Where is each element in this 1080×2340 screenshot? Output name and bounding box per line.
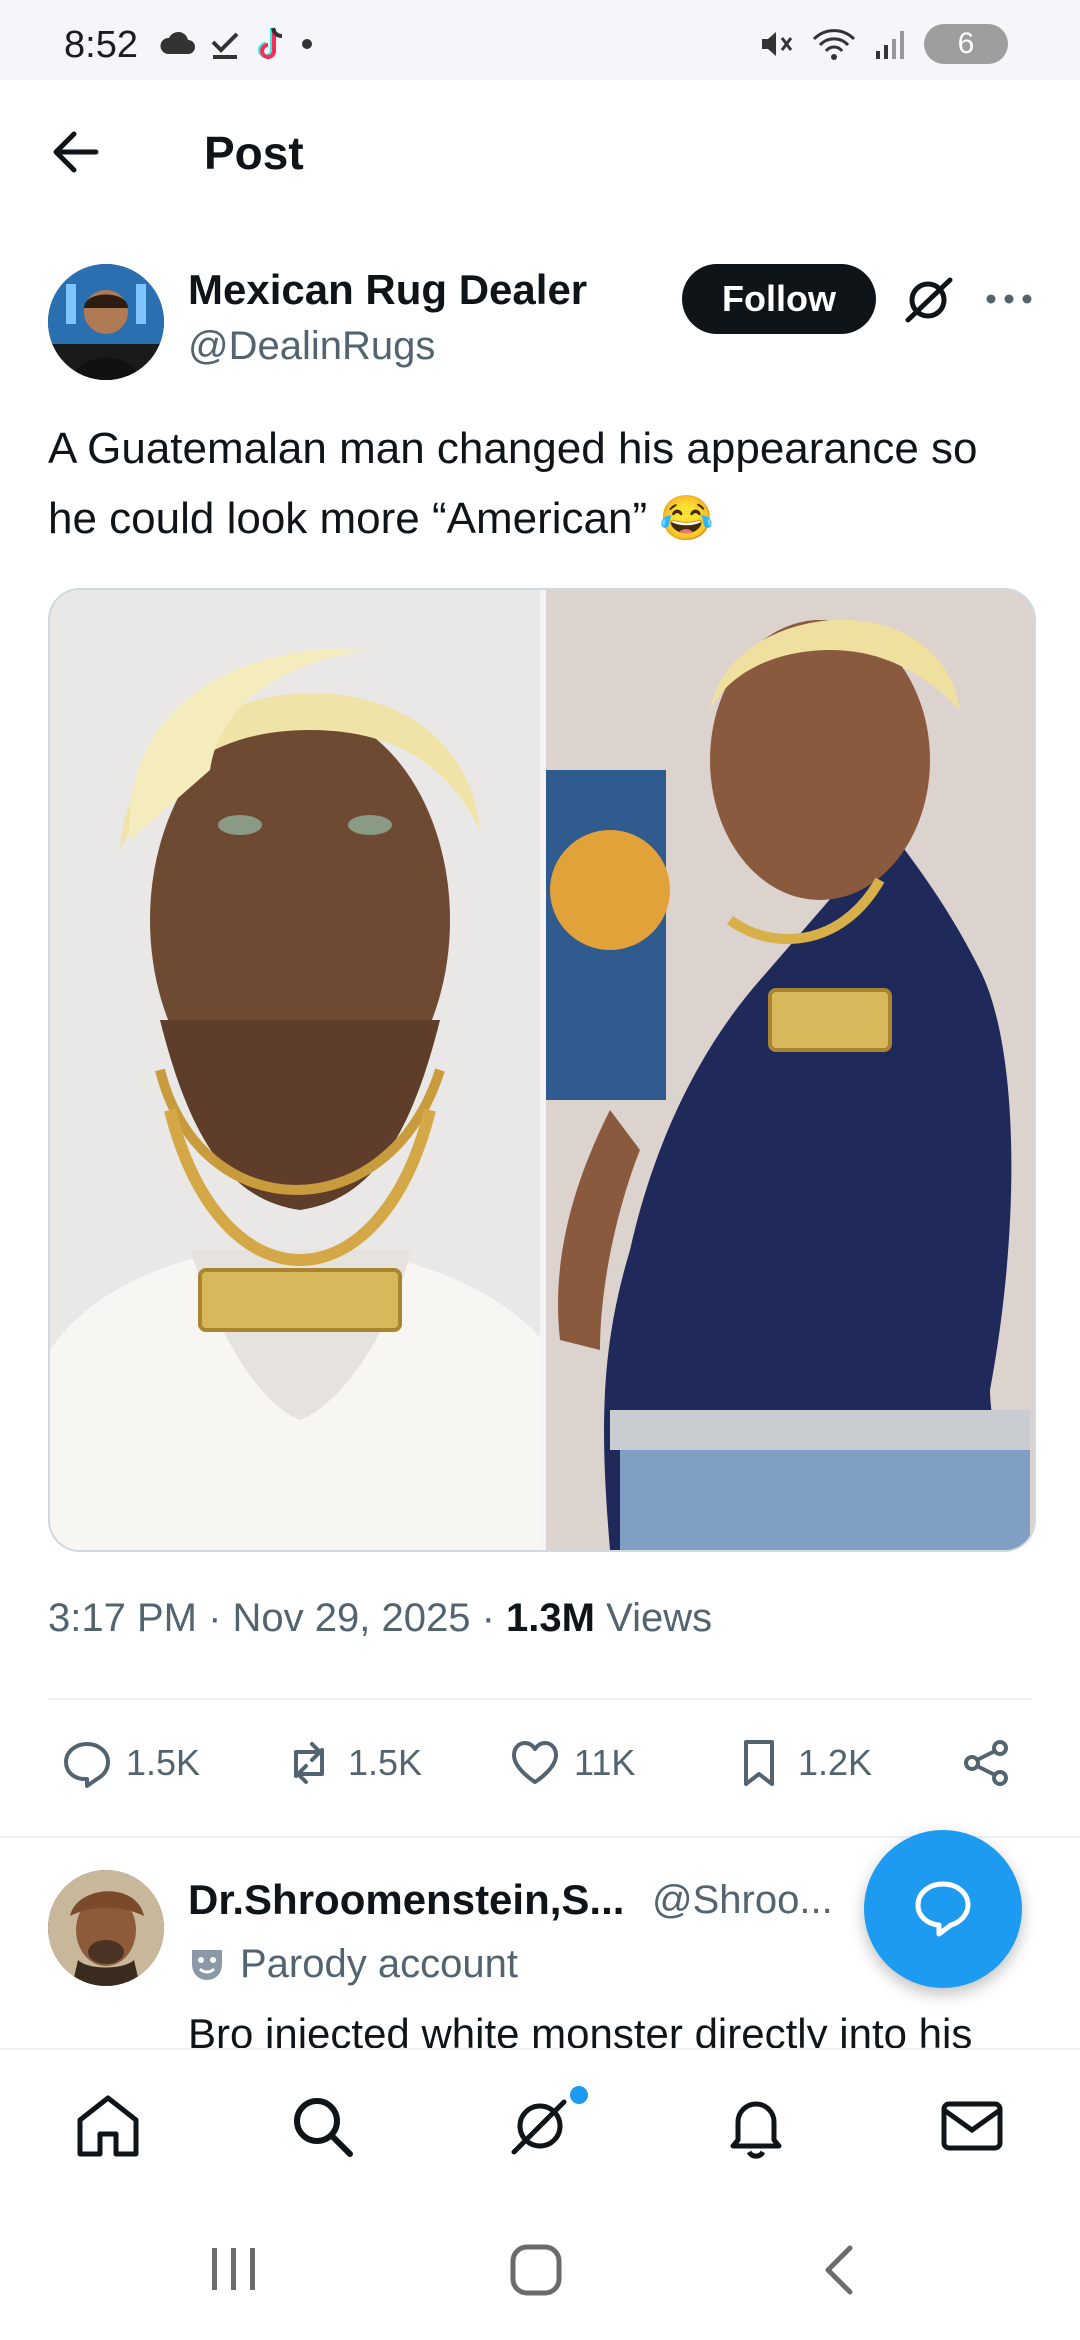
status-system-icons: 6 — [758, 24, 1008, 64]
compose-reply-button[interactable] — [864, 1830, 1022, 1988]
repost-button[interactable]: 1.5K — [282, 1736, 422, 1790]
author-handle[interactable]: @DealinRugs — [188, 324, 435, 369]
more-options-icon[interactable] — [984, 284, 1034, 314]
follow-button[interactable]: Follow — [682, 264, 876, 334]
mute-icon — [762, 32, 793, 56]
search-icon[interactable] — [286, 2090, 358, 2162]
post-actions: 1.5K 1.5K 11K 1.2K — [60, 1736, 1040, 1806]
post-author-row: Mexican Rug Dealer @DealinRugs Follow — [48, 262, 1038, 382]
status-bar: 8:52 6 — [0, 0, 1080, 80]
system-navigation-bar — [0, 2198, 1080, 2340]
bell-icon[interactable] — [720, 2090, 792, 2162]
post-media-image[interactable] — [48, 588, 1036, 1552]
page-title: Post — [204, 127, 304, 179]
grok-nav-icon[interactable] — [504, 2090, 576, 2162]
reply-avatar[interactable] — [48, 1870, 164, 1986]
battery-indicator: 6 — [924, 24, 1008, 64]
back-arrow-icon[interactable] — [46, 122, 106, 182]
download-check-icon — [211, 32, 239, 59]
meta-separator: · — [481, 1596, 507, 1640]
post-meta: 3:17 PM · Nov 29, 2025 · 1.3M Views — [48, 1596, 712, 1641]
parody-badge: Parody account — [188, 1942, 518, 1987]
like-button[interactable]: 11K — [508, 1736, 635, 1790]
dot-icon — [302, 39, 312, 49]
like-count: 11K — [574, 1742, 636, 1783]
signal-icon — [876, 31, 904, 59]
home-icon[interactable] — [72, 2090, 144, 2162]
repost-count: 1.5K — [348, 1742, 423, 1783]
share-icon — [964, 1740, 1008, 1786]
tiktok-icon — [258, 27, 283, 59]
views-count: 1.3M — [506, 1596, 595, 1640]
reply-author-handle[interactable]: @Shroo... — [652, 1878, 833, 1923]
post-text: A Guatemalan man changed his appearance … — [48, 424, 978, 543]
share-button[interactable] — [960, 1736, 1014, 1790]
bookmark-icon — [744, 1740, 774, 1786]
chat-bubble-icon — [915, 1881, 971, 1937]
reply-count: 1.5K — [126, 1742, 201, 1783]
repost-icon — [294, 1742, 324, 1784]
views-label[interactable]: Views — [606, 1596, 712, 1640]
status-notification-icons — [160, 26, 314, 62]
bookmark-button[interactable]: 1.2K — [732, 1736, 872, 1790]
bottom-navigation — [0, 2048, 1080, 2200]
heart-icon — [512, 1741, 558, 1784]
parody-label: Parody account — [240, 1942, 518, 1986]
reply-button[interactable]: 1.5K — [60, 1736, 200, 1790]
recents-icon[interactable] — [206, 2244, 262, 2294]
cloud-icon — [160, 31, 195, 54]
grok-icon[interactable] — [900, 272, 956, 328]
notification-dot — [570, 2086, 588, 2104]
status-time: 8:52 — [64, 24, 138, 66]
reply-icon — [64, 1742, 110, 1788]
mail-icon[interactable] — [936, 2090, 1008, 2162]
top-app-bar: Post — [0, 80, 1080, 230]
back-nav-icon[interactable] — [816, 2242, 862, 2298]
home-button-icon[interactable] — [508, 2242, 564, 2298]
theater-mask-icon — [192, 1949, 222, 1980]
meta-separator: · — [208, 1596, 233, 1640]
reply-author-name[interactable]: Dr.Shroomenstein,S... — [188, 1876, 624, 1924]
post-date: Nov 29, 2025 — [232, 1596, 471, 1640]
divider — [48, 1698, 1032, 1700]
wifi-icon — [812, 29, 856, 60]
post-time: 3:17 PM — [48, 1596, 197, 1640]
author-name[interactable]: Mexican Rug Dealer — [188, 266, 587, 314]
bookmark-count: 1.2K — [798, 1742, 873, 1783]
author-avatar[interactable] — [48, 264, 164, 380]
